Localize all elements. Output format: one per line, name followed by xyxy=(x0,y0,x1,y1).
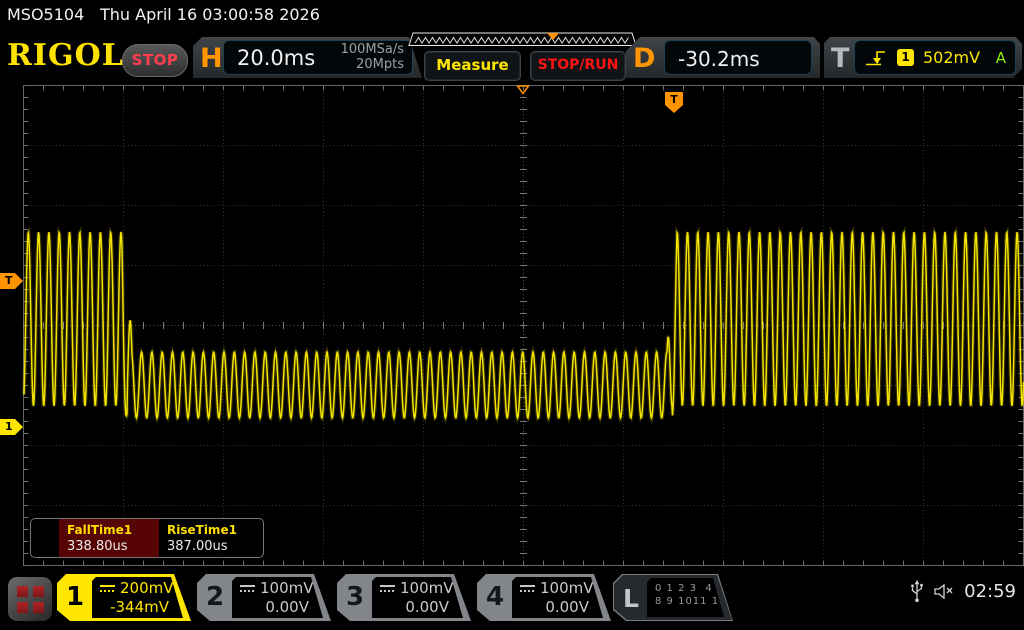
model-name: MSO5104 xyxy=(7,0,84,30)
measure-button[interactable]: Measure xyxy=(424,51,521,81)
channel-values: 200mV -344mV xyxy=(92,577,183,618)
measurement-value: 387.00us xyxy=(167,539,259,554)
memory-preview-strip[interactable] xyxy=(408,32,638,47)
stop-run-button[interactable]: STOP/RUN xyxy=(530,51,626,81)
channel-number: 4 xyxy=(486,582,504,612)
status-area: 02:59 xyxy=(910,580,1016,603)
channel-2-box[interactable]: 2 100mV 0.00V xyxy=(197,574,331,621)
delay-value: -30.2ms xyxy=(678,47,760,71)
usb-icon xyxy=(910,580,924,603)
acquisition-info: 100MSa/s 20Mpts xyxy=(341,42,404,72)
trigger-menu[interactable]: T 1 502mV A xyxy=(824,37,1022,78)
rigol-logo: RIGOL xyxy=(7,38,124,73)
dc-coupling-icon xyxy=(240,584,255,593)
channel-number: 1 xyxy=(66,582,84,612)
delay-reference-icon xyxy=(516,85,530,95)
system-datetime: Thu April 16 03:00:58 2026 xyxy=(100,0,320,30)
channel-values: 100mV 0.00V xyxy=(232,577,323,618)
sample-rate: 100MSa/s xyxy=(341,42,404,57)
memory-depth: 20Mpts xyxy=(341,57,404,72)
digital-channels-inner: L 0 1 2 3 4 5 6 7 8 9 1011 12131415 xyxy=(614,575,732,620)
channel-3-box[interactable]: 3 100mV 0.00V xyxy=(337,574,471,621)
top-info-bar: MSO5104 Thu April 16 03:00:58 2026 xyxy=(0,0,1024,30)
channel-4-box[interactable]: 4 100mV 0.00V xyxy=(477,574,611,621)
trigger-level-value: 502mV xyxy=(923,48,980,67)
uptime-clock: 02:59 xyxy=(964,581,1016,602)
delay-label: D xyxy=(633,43,655,74)
channel-offset: -344mV xyxy=(110,598,169,616)
horizontal-menu[interactable]: H 20.0ms 100MSa/s 20Mpts xyxy=(193,37,422,78)
toolbar: RIGOL STOP H 20.0ms 100MSa/s 20Mpts Meas… xyxy=(0,30,1024,84)
digital-channel-list: 0 1 2 3 4 5 6 7 8 9 1011 12131415 xyxy=(647,578,724,617)
measurement-panel[interactable]: FallTime1 338.80us RiseTime1 387.00us xyxy=(30,518,264,558)
channel-1-box[interactable]: 1 200mV -344mV xyxy=(57,574,191,621)
digital-row-2: 8 9 1011 12131415 xyxy=(655,596,724,608)
digital-label: L xyxy=(623,584,639,613)
channel-scale: 100mV xyxy=(260,579,314,597)
menu-grid-icon[interactable] xyxy=(8,577,52,621)
trigger-mode: A xyxy=(996,49,1006,67)
dc-coupling-icon xyxy=(520,584,535,593)
delay-menu[interactable]: D -30.2ms xyxy=(626,37,820,78)
oscilloscope-screen: MSO5104 Thu April 16 03:00:58 2026 RIGOL… xyxy=(0,0,1024,630)
trigger-info-box: 1 502mV A xyxy=(854,40,1016,75)
measurement-risetime[interactable]: RiseTime1 387.00us xyxy=(159,519,259,557)
trigger-source-badge: 1 xyxy=(897,49,914,66)
channel-offset: 0.00V xyxy=(405,598,449,616)
falling-edge-trigger-icon xyxy=(864,49,888,67)
channel-number: 3 xyxy=(346,582,364,612)
measurement-value: 338.80us xyxy=(67,539,159,554)
horizontal-label: H xyxy=(200,43,223,74)
channel-values: 100mV 0.00V xyxy=(372,577,463,618)
dc-coupling-icon xyxy=(380,584,395,593)
channel-offset: 0.00V xyxy=(265,598,309,616)
measurement-falltime[interactable]: FallTime1 338.80us xyxy=(59,519,159,557)
channel-scale: 100mV xyxy=(400,579,454,597)
channel-number: 2 xyxy=(206,582,224,612)
bottom-bar: 1 200mV -344mV 2 xyxy=(0,570,1024,630)
dc-coupling-icon xyxy=(100,584,115,593)
channel-scale: 200mV xyxy=(120,579,174,597)
channel-scale: 100mV xyxy=(540,579,594,597)
digital-channels-box[interactable]: L 0 1 2 3 4 5 6 7 8 9 1011 12131415 xyxy=(613,574,733,621)
digital-row-1: 0 1 2 3 4 5 6 7 xyxy=(655,583,724,595)
horizontal-info-box: 20.0ms 100MSa/s 20Mpts xyxy=(223,40,413,75)
delay-info-box: -30.2ms xyxy=(664,40,812,75)
measurement-label: RiseTime1 xyxy=(167,523,259,537)
timebase-value: 20.0ms xyxy=(237,46,315,70)
trigger-label: T xyxy=(831,43,849,74)
measurement-label: FallTime1 xyxy=(67,523,159,537)
speaker-muted-icon xyxy=(933,583,955,600)
channel-values: 100mV 0.00V xyxy=(512,577,603,618)
run-state-indicator[interactable]: STOP xyxy=(122,44,188,77)
memory-preview-waveform-icon xyxy=(408,32,638,47)
channel-offset: 0.00V xyxy=(545,598,589,616)
